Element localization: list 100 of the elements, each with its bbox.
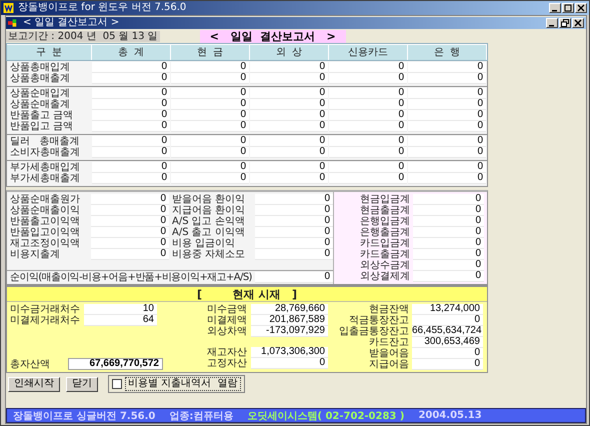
- value-field: 10: [84, 304, 157, 315]
- maximize-button[interactable]: [562, 3, 574, 13]
- value-field: 0: [408, 162, 486, 173]
- value-field: 0: [413, 216, 484, 227]
- value-field: 201,867,589: [251, 315, 328, 326]
- value-field: 0: [255, 249, 333, 260]
- row-label: 소비자총매출계: [9, 147, 81, 158]
- value-field: 0: [408, 147, 486, 158]
- value-field: 0: [171, 62, 249, 73]
- window-title: < 일일 결산보고서 >: [23, 17, 120, 29]
- row-label: 비용지출계: [9, 249, 61, 260]
- value-field: 0: [412, 348, 483, 359]
- value-field: 0: [92, 110, 170, 121]
- row-label: 반품출고 금액: [9, 110, 74, 121]
- row-label: 받을어음 환이익: [171, 194, 246, 205]
- value-field: 0: [171, 121, 249, 132]
- value-field: 0: [408, 110, 486, 121]
- value-field: 0: [329, 62, 407, 73]
- row-label: A/S 입고 손익액: [171, 216, 246, 227]
- value-field: 0: [92, 62, 170, 73]
- value-field: -173,097,929: [251, 326, 328, 337]
- value-field: 0: [250, 110, 328, 121]
- row-label: 미수금거래처수: [9, 304, 80, 315]
- value-field: 13,274,000: [412, 304, 483, 315]
- status-date: 2004.05.13: [418, 410, 482, 421]
- app-icon: [3, 3, 14, 13]
- report-title: < 일일 결산보고서 >: [200, 30, 346, 42]
- row-label: 현금잔액: [368, 304, 410, 315]
- action-button[interactable]: 닫기: [66, 376, 98, 392]
- value-field: 0: [171, 99, 249, 110]
- minimize-button[interactable]: [546, 18, 558, 28]
- column-header: 현 금: [171, 44, 249, 60]
- column-header: 은 행: [408, 44, 486, 60]
- value-field: 0: [92, 99, 170, 110]
- value-field: 0: [250, 121, 328, 132]
- row-label: 지급어음: [368, 359, 410, 370]
- value-field: 0: [250, 173, 328, 184]
- close-icon: [574, 19, 582, 27]
- value-field: 0: [408, 136, 486, 147]
- minimize-button[interactable]: [549, 3, 561, 13]
- value-field: 0: [91, 216, 169, 227]
- value-field: 0: [255, 227, 333, 238]
- value-field: 0: [171, 147, 249, 158]
- value-field: 0: [255, 216, 333, 227]
- value-field: 0: [250, 136, 328, 147]
- value-field: 0: [413, 227, 484, 238]
- value-field: 0: [171, 173, 249, 184]
- value-field: 300,653,469: [412, 337, 483, 348]
- value-field: 0: [250, 62, 328, 73]
- value-field: 0: [92, 173, 170, 184]
- value-field: 0: [408, 99, 486, 110]
- value-field: 0: [329, 173, 407, 184]
- row-label: 재고조정이익액: [9, 238, 81, 249]
- row-label: 외상결제계: [359, 271, 411, 282]
- close-icon: [577, 4, 585, 12]
- value-field: 0: [251, 358, 328, 369]
- row-label: 상품총매출계: [9, 73, 71, 84]
- value-field: 66,455,634,724: [412, 326, 483, 337]
- row-label: 재고자산: [206, 347, 248, 358]
- row-label: 은행입금계: [359, 216, 411, 227]
- checkbox[interactable]: [112, 379, 122, 389]
- value-field: 0: [255, 238, 333, 249]
- row-label: 카드잔고: [368, 337, 410, 348]
- column-header: 총 계: [92, 44, 170, 60]
- row-label: 외상수금계: [359, 260, 411, 271]
- restore-button[interactable]: [559, 18, 571, 28]
- row-label: 반품출고이익액: [9, 216, 81, 227]
- row-label: 은행출금계: [359, 227, 411, 238]
- row-label: 상품순매출이익: [9, 205, 81, 216]
- row-label: 미수금액: [206, 304, 248, 315]
- value-field: 0: [412, 359, 483, 370]
- value-field: 0: [413, 194, 484, 205]
- column-header: 구 분: [7, 44, 91, 60]
- value-field: 0: [329, 73, 407, 84]
- close-button[interactable]: [575, 3, 587, 13]
- close-button[interactable]: [572, 18, 584, 28]
- row-label: 카드출금계: [359, 249, 411, 260]
- row-label: 외상차액: [206, 326, 248, 337]
- checkbox-label[interactable]: 비용별 지출내역서 열람: [125, 377, 241, 391]
- row-label: 비용중 자체소모: [171, 249, 246, 260]
- value-field: 0: [408, 62, 486, 73]
- value-field: 0: [255, 205, 333, 216]
- value-field: 0: [413, 205, 484, 216]
- value-field: 0: [92, 88, 170, 99]
- value-field: 0: [171, 110, 249, 121]
- row-label: 부가세총매입계: [9, 162, 81, 173]
- row-label: 카드입금계: [359, 238, 411, 249]
- value-field: 0: [250, 162, 328, 173]
- row-label: 입출금통장잔고: [338, 326, 410, 337]
- row-label: 반품입고 금액: [9, 121, 74, 132]
- value-field: 0: [408, 73, 486, 84]
- industry-label: 업종:컴퓨터용: [169, 410, 234, 422]
- action-button[interactable]: 인쇄시작: [8, 376, 60, 392]
- row-label: 상품순매입계: [9, 88, 71, 99]
- value-field: 0: [91, 205, 169, 216]
- section-title: [ 현재 시재 ]: [196, 286, 297, 302]
- report-period: 보고기간 : 2004 년 05 월 13 일: [6, 30, 160, 42]
- row-label: 부가세총매출계: [9, 173, 81, 184]
- value-field: 1,073,306,300: [251, 347, 328, 358]
- value-field: 0: [92, 121, 170, 132]
